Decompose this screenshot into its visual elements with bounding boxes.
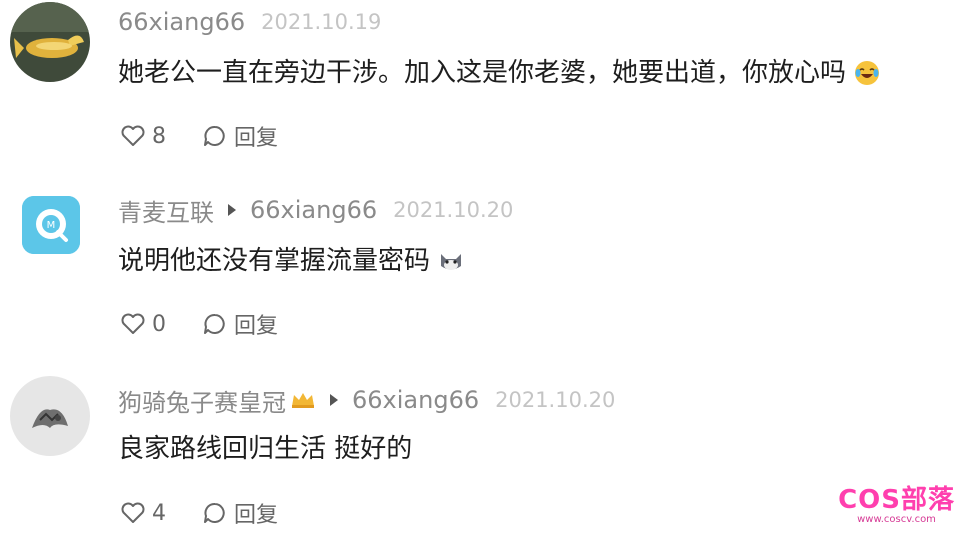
comment-date: 2021.10.20 (393, 198, 514, 222)
like-count: 8 (152, 123, 166, 149)
app-logo-avatar-icon: M (22, 196, 80, 254)
username[interactable]: 青麦互联 (118, 193, 214, 228)
golden-fish-avatar-icon (10, 2, 90, 82)
watermark: COS部落 www.coscv.com (838, 487, 955, 525)
comment-text: 良家路线回归生活 挺好的 (118, 432, 412, 466)
comment-meta: 狗骑兔子赛皇冠 66xiang66 2021.10.20 (118, 386, 616, 417)
reply-label: 回复 (234, 314, 279, 339)
crown-icon (292, 393, 314, 408)
like-button[interactable]: 8 (120, 124, 166, 149)
like-count: 4 (152, 500, 166, 526)
comment-thread: 66xiang66 2021.10.19 她老公一直在旁边干涉。加入这是你老婆，… (0, 0, 965, 533)
comment-meta: 66xiang66 2021.10.19 (118, 8, 381, 36)
comment-text: 她老公一直在旁边干涉。加入这是你老婆，她要出道，你放心吗 (118, 56, 880, 90)
reply-to-username[interactable]: 66xiang66 (250, 196, 377, 224)
svg-text:M: M (47, 220, 56, 231)
reply-to-username[interactable]: 66xiang66 (352, 386, 479, 414)
comment-actions: 4 回复 (120, 498, 314, 528)
avatar[interactable] (10, 376, 90, 456)
avatar[interactable]: M (22, 196, 80, 254)
comment-date: 2021.10.20 (495, 388, 616, 412)
comment-body: 说明他还没有掌握流量密码 (118, 246, 431, 276)
username[interactable]: 狗骑兔子赛皇冠 (118, 383, 286, 418)
like-count: 0 (152, 311, 166, 337)
comment-actions: 8 回复 (120, 121, 314, 151)
like-button[interactable]: 4 (120, 501, 166, 526)
like-button[interactable]: 0 (120, 312, 166, 337)
comment-date: 2021.10.19 (261, 10, 382, 34)
comment-bubble-icon (204, 126, 225, 146)
comment-text: 说明他还没有掌握流量密码 (118, 244, 464, 278)
reply-button[interactable]: 回复 (202, 308, 278, 340)
sketch-avatar-icon (10, 376, 90, 456)
laughing-crying-emoji-icon (855, 61, 880, 85)
cat-emoji-icon (441, 254, 462, 270)
reply-button[interactable]: 回复 (202, 497, 278, 529)
watermark-url: www.coscv.com (857, 514, 936, 525)
reply-arrow-icon (330, 394, 338, 406)
heart-icon (121, 502, 145, 523)
reply-label: 回复 (234, 126, 279, 151)
reply-label: 回复 (234, 503, 279, 528)
comment-body: 良家路线回归生活 挺好的 (118, 434, 413, 464)
username[interactable]: 66xiang66 (118, 8, 245, 36)
comment-bubble-icon (204, 314, 225, 334)
comment-body: 她老公一直在旁边干涉。加入这是你老婆，她要出道，你放心吗 (118, 58, 847, 88)
heart-icon (121, 313, 145, 334)
reply-arrow-icon (228, 204, 236, 216)
comment-actions: 0 回复 (120, 309, 314, 339)
watermark-title: COS部落 (838, 485, 955, 515)
heart-icon (121, 125, 145, 146)
avatar[interactable] (10, 2, 90, 82)
comment-bubble-icon (204, 503, 225, 523)
comment-meta: 青麦互联 66xiang66 2021.10.20 (118, 196, 514, 227)
reply-button[interactable]: 回复 (202, 120, 278, 152)
